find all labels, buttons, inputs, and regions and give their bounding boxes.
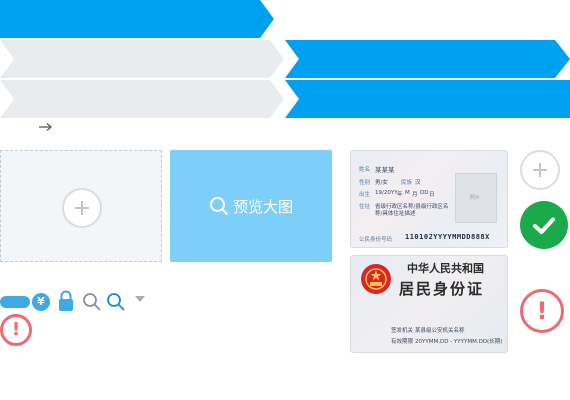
caret-down-icon[interactable]	[135, 296, 145, 302]
currency-icon: ¥	[32, 293, 50, 311]
toggle-switch-icon[interactable]	[0, 296, 30, 308]
preview-label: 预览大图	[232, 197, 293, 216]
id-card-front-sample: 姓名 某某某 性别 男/女 民族 汉 出生 19/20YY 年 M 月 DD 日…	[350, 150, 508, 248]
success-check-icon	[520, 201, 568, 249]
warning-icon-small: !	[0, 314, 32, 346]
step-4-inactive[interactable]	[0, 80, 284, 118]
upload-box[interactable]	[0, 150, 162, 262]
step-2-inactive[interactable]	[0, 40, 284, 78]
arrow-right-icon	[39, 123, 52, 131]
add-icon[interactable]	[520, 150, 560, 190]
preview-image-button[interactable]: 预览大图	[170, 150, 332, 262]
search-icon-gray[interactable]	[82, 292, 102, 312]
search-icon	[209, 197, 228, 215]
lock-icon	[59, 290, 73, 311]
add-icon[interactable]	[62, 188, 102, 228]
step-5-active[interactable]	[285, 80, 570, 118]
search-icon-blue[interactable]	[106, 292, 126, 312]
id-card-back-sample: 中华人民共和国 居民身份证 签发机关 某县级公安机关名称 有效期限 20YYMM…	[350, 255, 508, 353]
photo-placeholder: 照片	[455, 173, 497, 223]
warning-icon: !	[520, 289, 564, 333]
national-emblem-icon	[361, 264, 391, 294]
step-3-active[interactable]	[285, 40, 570, 78]
step-1-active[interactable]	[0, 0, 274, 38]
